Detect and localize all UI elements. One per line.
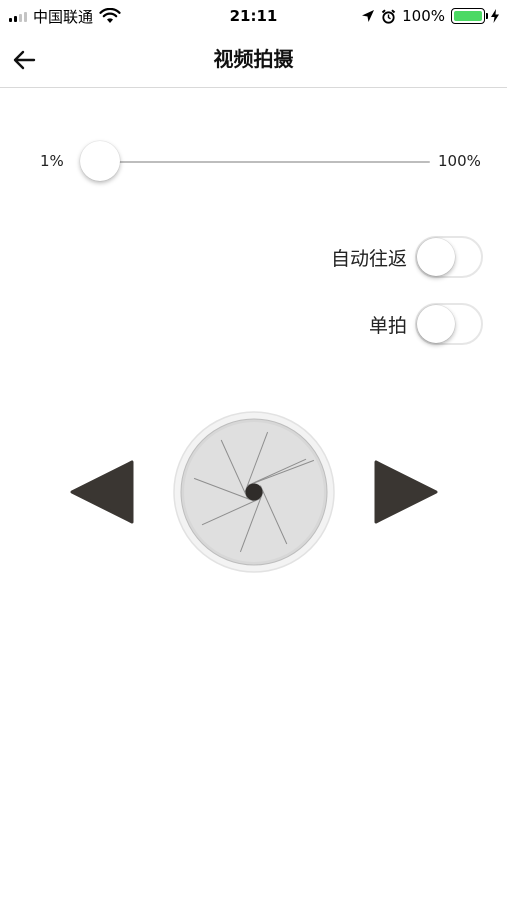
toggle-knob <box>417 238 455 276</box>
triangle-right-icon <box>374 460 438 524</box>
auto-return-toggle[interactable] <box>415 236 483 278</box>
slider-max-label: 100% <box>438 152 481 170</box>
status-bar-right: 100% <box>361 6 499 26</box>
prev-button[interactable] <box>70 460 134 524</box>
slider-thumb[interactable] <box>80 141 120 181</box>
battery-icon <box>451 8 488 24</box>
speed-slider: 1% 100% <box>0 140 507 184</box>
charging-bolt-icon <box>491 9 499 23</box>
auto-return-label: 自动往返 <box>330 247 407 270</box>
slider-track[interactable] <box>100 161 430 163</box>
next-button[interactable] <box>374 460 438 524</box>
triangle-left-icon <box>70 460 134 524</box>
alarm-icon <box>381 8 396 24</box>
location-arrow-icon <box>362 10 375 22</box>
aperture-shutter-icon <box>173 411 335 573</box>
auto-return-row: 自动往返 <box>331 236 483 278</box>
single-shot-row: 单拍 <box>369 303 483 345</box>
single-shot-toggle[interactable] <box>415 303 483 345</box>
single-shot-label: 单拍 <box>368 314 407 337</box>
page-title: 视频拍摄 <box>213 47 294 71</box>
battery-percentage: 100% <box>402 7 445 25</box>
slider-min-label: 1% <box>40 152 64 170</box>
nav-bar: 视频拍摄 <box>0 32 507 88</box>
shutter-button[interactable] <box>172 410 336 574</box>
status-bar: 中国联通 21:11 100% <box>0 0 507 32</box>
toggle-knob <box>417 305 455 343</box>
